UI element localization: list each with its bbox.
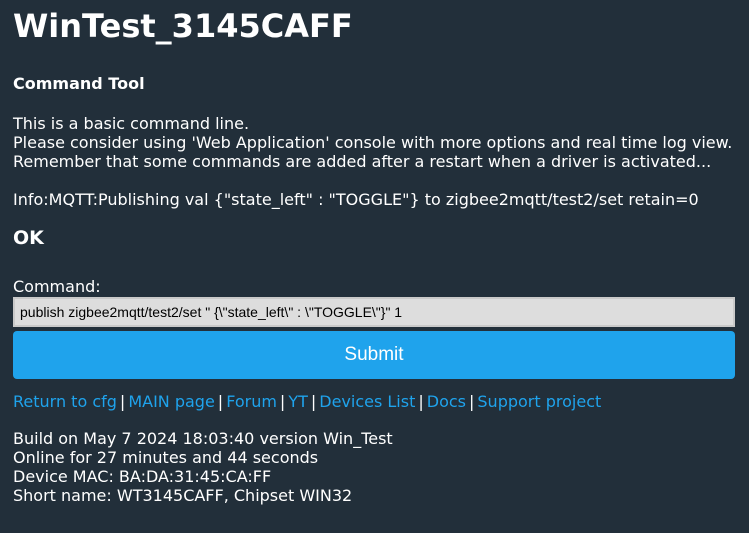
command-input[interactable]: [13, 297, 735, 327]
uptime: Online for 27 minutes and 44 seconds: [13, 448, 319, 467]
command-status: OK: [13, 227, 44, 249]
nav-links: Return to cfg | MAIN page | Forum | YT | Devices…: [13, 391, 736, 413]
link-return-to-cfg[interactable]: Return to cfg: [13, 392, 117, 411]
build-version: Build on May 7 2024 18:03:40 version Win…: [13, 429, 393, 448]
intro-text: This is a basic command line. Please con…: [13, 114, 736, 171]
device-mac: Device MAC: BA:DA:31:45:CA:FF: [13, 467, 272, 486]
intro-line-3: Remember that some commands are added af…: [13, 152, 712, 171]
command-form: Command: Submit: [13, 278, 736, 379]
link-separator: |: [469, 392, 475, 411]
link-docs[interactable]: Docs: [427, 392, 466, 411]
link-main-page[interactable]: MAIN page: [128, 392, 214, 411]
page-container: WinTest_3145CAFF Command Tool This is a …: [0, 0, 749, 505]
link-forum[interactable]: Forum: [226, 392, 277, 411]
link-separator: |: [217, 392, 224, 411]
command-label: Command:: [13, 277, 101, 296]
submit-button[interactable]: Submit: [13, 331, 735, 379]
page-title: WinTest_3145CAFF: [13, 7, 353, 45]
link-devices-list[interactable]: Devices List: [319, 392, 415, 411]
build-info: Build on May 7 2024 18:03:40 version Win…: [13, 429, 736, 505]
intro-line-1: This is a basic command line.: [13, 114, 250, 133]
link-support-project[interactable]: Support project: [477, 392, 601, 411]
command-result-info: Info:MQTT:Publishing val {"state_left" :…: [13, 190, 699, 209]
link-separator: |: [418, 392, 424, 411]
link-separator: |: [310, 392, 317, 411]
intro-line-2: Please consider using 'Web Application' …: [13, 133, 733, 152]
page-subtitle: Command Tool: [13, 74, 145, 93]
short-name: Short name: WT3145CAFF, Chipset WIN32: [13, 486, 353, 505]
link-separator: |: [279, 392, 286, 411]
link-yt[interactable]: YT: [288, 392, 308, 411]
link-separator: |: [119, 392, 126, 411]
